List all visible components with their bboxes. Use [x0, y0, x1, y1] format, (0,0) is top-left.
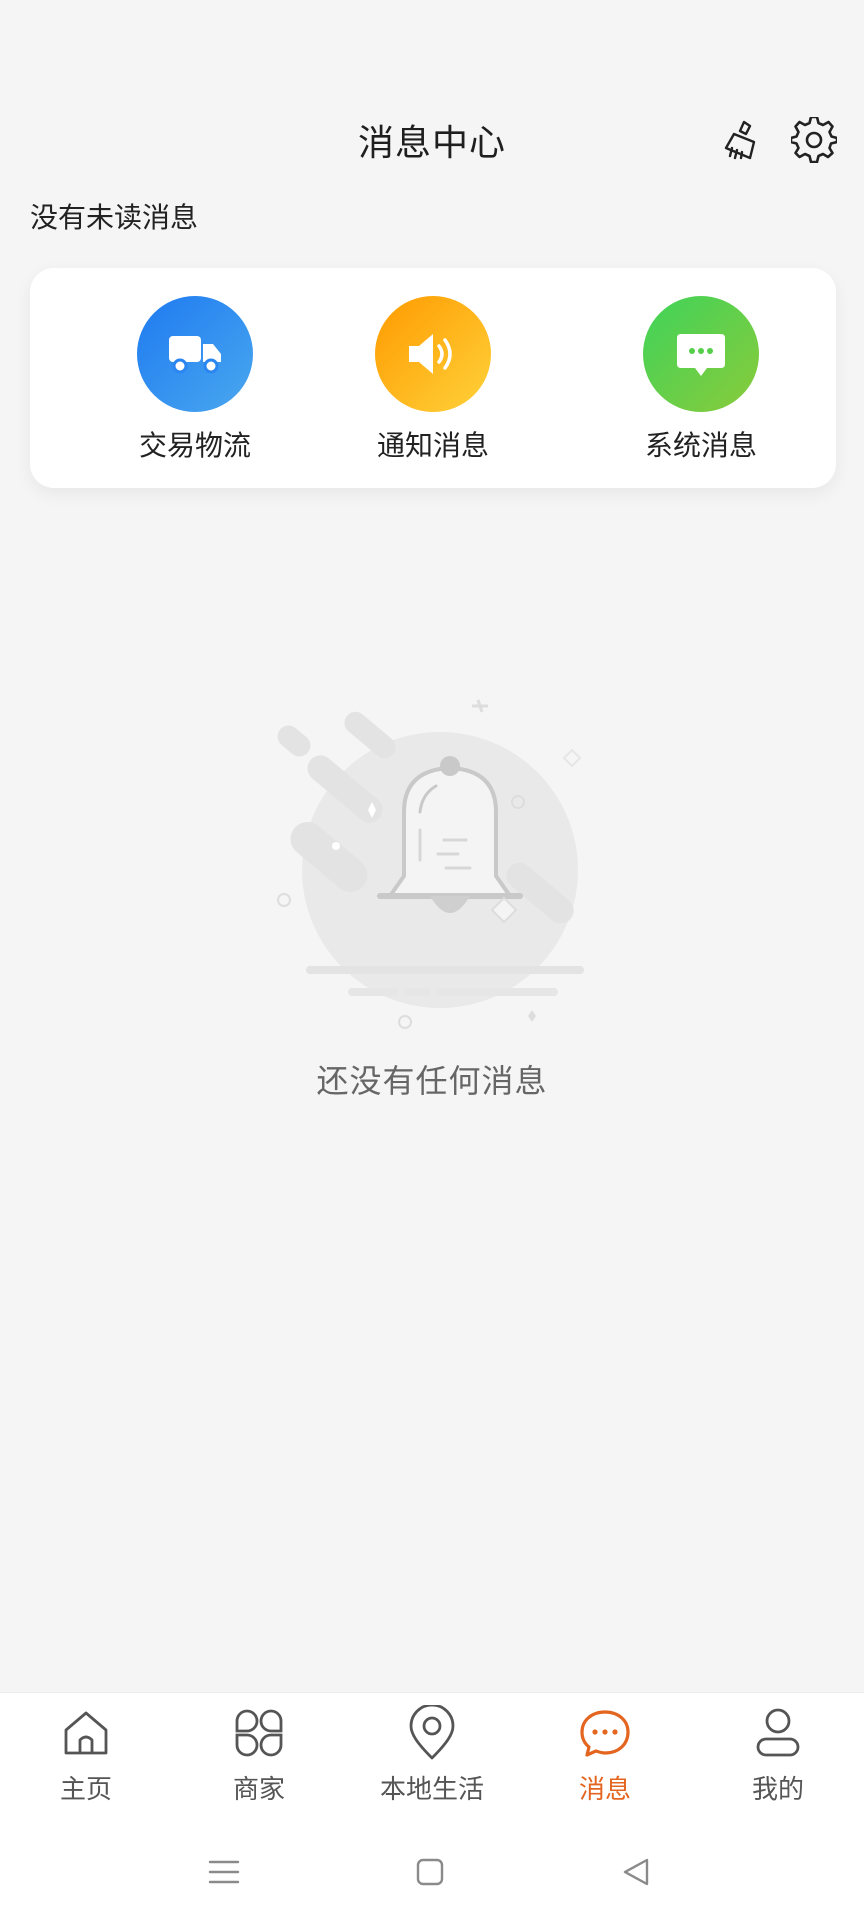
location-pin-icon — [402, 1703, 462, 1763]
grid-icon — [229, 1703, 289, 1763]
bell-icon — [270, 690, 600, 1030]
nav-label: 消息 — [578, 1775, 631, 1805]
home-icon — [56, 1703, 116, 1763]
nav-label: 商家 — [232, 1775, 285, 1805]
truck-icon — [137, 296, 253, 412]
nav-label: 本地生活 — [379, 1775, 484, 1805]
nav-item-merchants[interactable]: 商家 — [173, 1703, 345, 1806]
nav-label: 我的 — [751, 1775, 804, 1805]
system-nav-bar — [0, 1820, 864, 1920]
nav-label: 主页 — [59, 1775, 112, 1805]
back-triangle-icon[interactable] — [614, 1850, 658, 1894]
gear-icon[interactable] — [788, 114, 840, 166]
nav-item-messages[interactable]: 消息 — [519, 1703, 691, 1806]
category-label: 系统消息 — [644, 429, 757, 462]
nav-item-mine[interactable]: 我的 — [692, 1703, 864, 1806]
chat-icon — [643, 296, 759, 412]
speaker-icon — [375, 296, 491, 412]
square-icon[interactable] — [408, 1850, 452, 1894]
message-center-screen: 消息中心 没有未读消息 交易物流 通知消息 系统消息 还没有任何消息 主页 商家… — [0, 0, 864, 1920]
user-icon — [748, 1703, 808, 1763]
category-label: 通知消息 — [376, 429, 489, 462]
bottom-nav: 主页 商家 本地生活 消息 我的 — [0, 1692, 864, 1821]
empty-state-text: 还没有任何消息 — [316, 1062, 548, 1100]
broom-icon[interactable] — [716, 114, 768, 166]
nav-item-home[interactable]: 主页 — [0, 1703, 172, 1806]
header: 消息中心 — [0, 100, 864, 180]
category-label: 交易物流 — [138, 429, 251, 462]
unread-status-label: 没有未读消息 — [30, 201, 199, 234]
menu-icon[interactable] — [202, 1850, 246, 1894]
nav-item-local-life[interactable]: 本地生活 — [346, 1703, 518, 1806]
message-category-card: 交易物流 通知消息 系统消息 — [30, 268, 836, 488]
category-trade-logistics[interactable]: 交易物流 — [95, 296, 295, 464]
chat-bubble-icon — [575, 1703, 635, 1763]
category-system-messages[interactable]: 系统消息 — [601, 296, 801, 464]
category-notifications[interactable]: 通知消息 — [333, 296, 533, 464]
